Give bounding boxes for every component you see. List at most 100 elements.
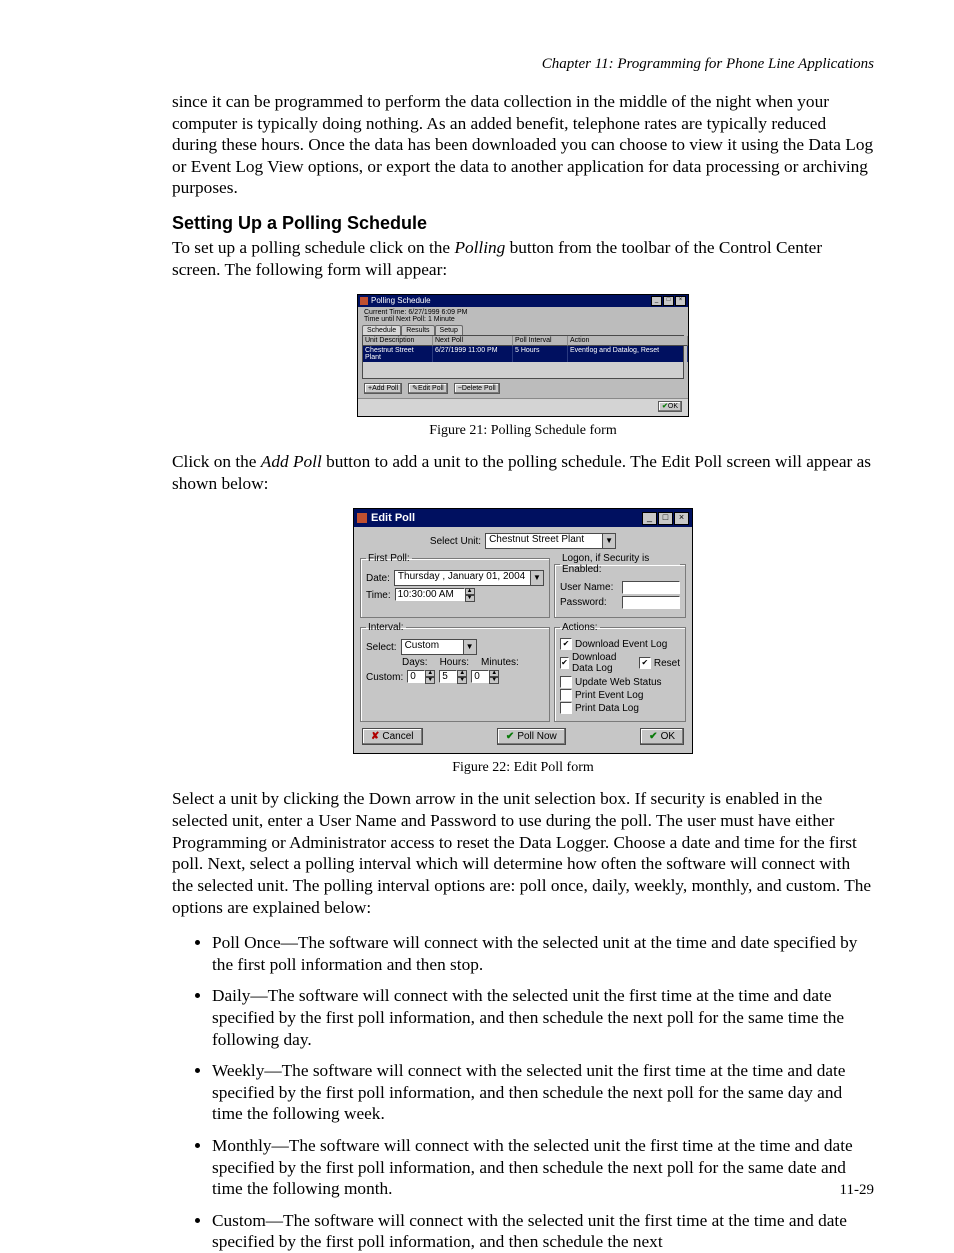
date-value: Thursday , January 01, 2004 <box>395 571 530 585</box>
up-arrow-icon[interactable]: ▲ <box>425 670 435 677</box>
edit-poll-window: Edit Poll _ □ × Select Unit: Chestnut St… <box>353 508 693 754</box>
ok-button[interactable]: ✔OK <box>640 728 684 745</box>
legend: First Poll: <box>366 553 412 564</box>
chapter-header: Chapter 11: Programming for Phone Line A… <box>172 56 874 73</box>
polling-schedule-window: Polling Schedule _ □ × Current Time: 6/2… <box>357 294 689 417</box>
days-value[interactable]: 0 <box>407 670 425 683</box>
col-header: Poll Interval <box>513 336 568 346</box>
interval-select-label: Select: <box>366 642 397 653</box>
table-row[interactable]: Chestnut Street Plant 6/27/1999 11:00 PM… <box>363 346 683 362</box>
setup-paragraph: To set up a polling schedule click on th… <box>172 237 874 280</box>
edit-poll-button[interactable]: ✎ Edit Poll <box>408 383 448 394</box>
down-arrow-icon[interactable]: ▼ <box>425 677 435 684</box>
down-arrow-icon[interactable]: ▼ <box>465 595 475 602</box>
current-time-label: Current Time: <box>364 309 406 316</box>
time-value[interactable]: 10:30:00 AM <box>395 588 465 601</box>
addpoll-word: Add Poll <box>261 452 322 471</box>
col-header: Next Poll <box>433 336 513 346</box>
delete-poll-button[interactable]: − Delete Poll <box>454 383 500 394</box>
reset-checkbox[interactable]: ✔Reset <box>639 652 680 674</box>
time-label: Time: <box>366 590 391 601</box>
intro-paragraph: since it can be programmed to perform th… <box>172 91 874 199</box>
window-title: Polling Schedule <box>371 297 431 305</box>
schedule-grid: Unit Description Next Poll Poll Interval… <box>362 335 684 379</box>
section-heading: Setting Up a Polling Schedule <box>172 213 874 234</box>
list-item: Poll Once—The software will connect with… <box>212 932 870 975</box>
figure-21-caption: Figure 21: Polling Schedule form <box>172 423 874 439</box>
time-until-value: 1 Minute <box>428 316 455 323</box>
download-event-checkbox[interactable]: ✔Download Event Log <box>560 638 680 650</box>
print-data-checkbox[interactable]: Print Data Log <box>560 702 680 714</box>
tab-setup[interactable]: Setup <box>435 325 463 335</box>
tab-results[interactable]: Results <box>401 325 434 335</box>
down-arrow-icon[interactable]: ▼ <box>489 677 499 684</box>
date-picker[interactable]: Thursday , January 01, 2004 ▼ <box>394 570 544 586</box>
cancel-button[interactable]: ✘Cancel <box>362 728 423 745</box>
minimize-button[interactable]: _ <box>642 512 657 525</box>
addpoll-paragraph: Click on the Add Poll button to add a un… <box>172 451 874 494</box>
up-arrow-icon[interactable]: ▲ <box>465 588 475 595</box>
username-label: User Name: <box>560 582 618 593</box>
current-time-value: 6/27/1999 6:09 PM <box>408 309 467 316</box>
text: To set up a polling schedule click on th… <box>172 238 454 257</box>
titlebar: Polling Schedule _ □ × <box>358 295 688 307</box>
list-item: Custom—The software will connect with th… <box>212 1210 870 1253</box>
hours-spinner[interactable]: 5 ▲▼ <box>439 670 467 684</box>
cell: 5 Hours <box>513 346 568 362</box>
chevron-down-icon[interactable]: ▼ <box>602 534 615 548</box>
chevron-down-icon[interactable]: ▼ <box>463 640 476 654</box>
window-title: Edit Poll <box>371 512 415 524</box>
chevron-down-icon[interactable]: ▼ <box>530 571 543 585</box>
interval-select[interactable]: Custom ▼ <box>401 639 477 655</box>
select-unit-label: Select Unit: <box>430 536 481 547</box>
print-event-checkbox[interactable]: Print Event Log <box>560 689 680 701</box>
password-label: Password: <box>560 597 618 608</box>
legend: Logon, if Security is Enabled: <box>560 553 680 575</box>
polling-word: Polling <box>454 238 505 257</box>
col-header: Action <box>568 336 688 346</box>
tab-schedule[interactable]: Schedule <box>362 325 401 335</box>
legend: Actions: <box>560 622 600 633</box>
password-field[interactable] <box>622 596 680 609</box>
cell: Eventlog and Datalog, Reset <box>568 346 688 362</box>
maximize-button[interactable]: □ <box>663 296 674 306</box>
select-unit-value: Chestnut Street Plant <box>486 534 602 548</box>
minutes-value[interactable]: 0 <box>471 670 489 683</box>
figure-22-caption: Figure 22: Edit Poll form <box>172 760 874 776</box>
minutes-label: Minutes: <box>481 657 519 668</box>
page-number: 11-29 <box>840 1182 874 1199</box>
time-spinner[interactable]: 10:30:00 AM ▲▼ <box>395 588 475 602</box>
text: Click on the <box>172 452 261 471</box>
download-data-checkbox[interactable]: ✔Download Data Log <box>560 652 633 674</box>
legend: Interval: <box>366 622 406 633</box>
list-item: Monthly—The software will connect with t… <box>212 1135 870 1200</box>
cell: Chestnut Street Plant <box>363 346 433 362</box>
select-paragraph: Select a unit by clicking the Down arrow… <box>172 788 874 918</box>
hours-label: Hours: <box>440 657 469 668</box>
up-arrow-icon[interactable]: ▲ <box>457 670 467 677</box>
username-field[interactable] <box>622 581 680 594</box>
interval-select-value: Custom <box>402 640 463 654</box>
minutes-spinner[interactable]: 0 ▲▼ <box>471 670 499 684</box>
list-item: Weekly—The software will connect with th… <box>212 1060 870 1125</box>
maximize-button[interactable]: □ <box>658 512 673 525</box>
logon-group: Logon, if Security is Enabled: User Name… <box>554 553 686 618</box>
app-icon <box>360 297 368 305</box>
days-spinner[interactable]: 0 ▲▼ <box>407 670 435 684</box>
select-unit-combo[interactable]: Chestnut Street Plant ▼ <box>485 533 616 549</box>
time-until-label: Time until Next Poll: <box>364 316 426 323</box>
date-label: Date: <box>366 573 390 584</box>
close-button[interactable]: × <box>674 512 689 525</box>
hours-value[interactable]: 5 <box>439 670 457 683</box>
up-arrow-icon[interactable]: ▲ <box>489 670 499 677</box>
close-button[interactable]: × <box>675 296 686 306</box>
down-arrow-icon[interactable]: ▼ <box>457 677 467 684</box>
add-poll-button[interactable]: + Add Poll <box>364 383 402 394</box>
ok-button[interactable]: ✔ OK <box>658 401 682 412</box>
titlebar: Edit Poll _ □ × <box>354 509 692 527</box>
minimize-button[interactable]: _ <box>651 296 662 306</box>
app-icon <box>357 513 367 523</box>
poll-now-button[interactable]: ✔Poll Now <box>497 728 566 745</box>
col-header: Unit Description <box>363 336 433 346</box>
update-web-checkbox[interactable]: Update Web Status <box>560 676 680 688</box>
